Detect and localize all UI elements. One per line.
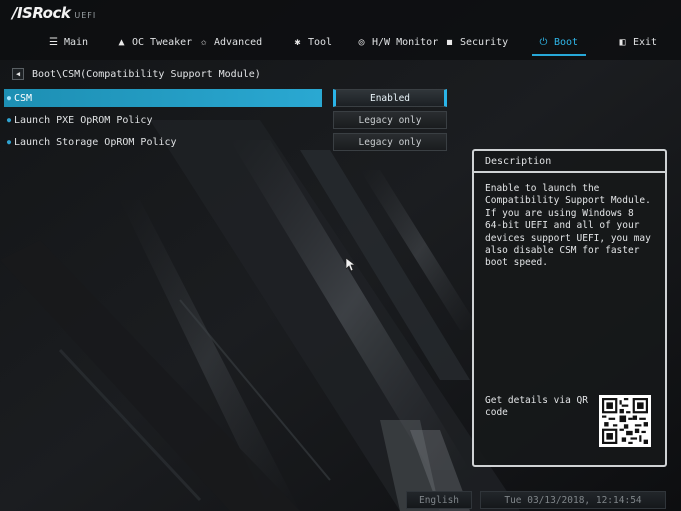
setting-row-csm[interactable]: ● CSM: [4, 89, 322, 107]
tab-hw-monitor-label: H/W Monitor: [372, 36, 439, 48]
qr-code: [599, 395, 651, 447]
rocket-icon: ▲: [118, 36, 125, 48]
tab-exit-label: Exit: [633, 36, 658, 48]
power-icon: ⏻: [539, 36, 548, 48]
tab-hw-monitor[interactable]: ◎ H/W Monitor: [356, 30, 438, 54]
tab-main[interactable]: ☰ Main: [48, 30, 88, 54]
tab-exit[interactable]: ◧ Exit: [617, 30, 657, 54]
back-arrow-icon[interactable]: ◀: [12, 68, 24, 80]
active-tab-indicator: [532, 54, 586, 56]
setting-value-storage-oprom[interactable]: Legacy only: [333, 133, 447, 151]
breadcrumb: ◀ Boot\CSM(Compatibility Support Module): [12, 66, 261, 82]
setting-label-pxe-oprom: Launch PXE OpROM Policy: [14, 114, 153, 126]
list-icon: ☰: [49, 36, 58, 48]
exit-icon: ◧: [619, 36, 626, 48]
tab-security-label: Security: [460, 36, 509, 48]
mouse-cursor-icon: [346, 258, 356, 272]
description-panel: Description Enable to launch the Compati…: [472, 149, 667, 467]
tab-boot[interactable]: ⏻ Boot: [538, 30, 579, 54]
tab-tool-label: Tool: [308, 36, 333, 48]
shield-icon: ◼: [446, 36, 453, 48]
logo-brand-text: /ISRock: [12, 4, 71, 22]
tab-boot-label: Boot: [554, 36, 579, 48]
gauge-icon: ◎: [358, 36, 365, 48]
setting-value-pxe-oprom[interactable]: Legacy only: [333, 111, 447, 129]
setting-row-storage-oprom[interactable]: ● Launch Storage OpROM Policy: [4, 133, 322, 151]
setting-value-csm[interactable]: Enabled: [333, 89, 447, 107]
tab-security[interactable]: ◼ Security: [444, 30, 508, 54]
qr-code-graphic: [602, 398, 648, 444]
bullet-icon: ●: [6, 116, 12, 124]
tab-main-label: Main: [64, 36, 89, 48]
setting-label-storage-oprom: Launch Storage OpROM Policy: [14, 136, 177, 148]
bullet-icon: ●: [6, 94, 12, 102]
setting-label-csm: CSM: [14, 92, 33, 104]
bullet-icon: ●: [6, 138, 12, 146]
asrock-logo: /ISRock UEFI: [12, 4, 96, 22]
logo-uefi-text: UEFI: [74, 11, 97, 20]
top-navigation: ☰ Main ▲ OC Tweaker ✩ Advanced ✱ Tool ◎ …: [0, 30, 681, 56]
breadcrumb-path: Boot\CSM(Compatibility Support Module): [32, 68, 261, 80]
language-selector[interactable]: English: [406, 491, 472, 509]
setting-row-pxe-oprom[interactable]: ● Launch PXE OpROM Policy: [4, 111, 322, 129]
wrench-icon: ✱: [294, 36, 301, 48]
tab-advanced-label: Advanced: [214, 36, 263, 48]
tab-advanced[interactable]: ✩ Advanced: [198, 30, 262, 54]
description-text: Enable to launch the Compatibility Suppo…: [485, 183, 651, 269]
tab-tool[interactable]: ✱ Tool: [292, 30, 332, 54]
tab-oc-tweaker-label: OC Tweaker: [132, 36, 193, 48]
description-title: Description: [474, 151, 665, 173]
tab-oc-tweaker[interactable]: ▲ OC Tweaker: [116, 30, 192, 54]
date-time-display: Tue 03/13/2018, 12:14:54: [480, 491, 666, 509]
qr-caption: Get details via QR code: [485, 395, 588, 419]
star-icon: ✩: [200, 36, 207, 48]
